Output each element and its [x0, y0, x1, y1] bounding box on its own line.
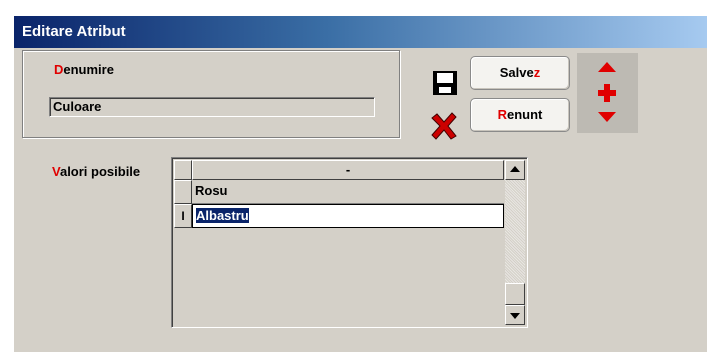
window-title: Editare Atribut [14, 16, 707, 48]
grid-cell-selected-text[interactable]: Albastru [196, 208, 249, 223]
arrow-up-icon[interactable] [597, 61, 617, 73]
scroll-up-button[interactable] [505, 160, 525, 180]
arrow-down-icon[interactable] [597, 111, 617, 123]
save-button-label: Salve [499, 65, 534, 80]
scroll-up-icon [510, 166, 520, 172]
valori-label: Valori posibile [52, 164, 140, 179]
floppy-disk-icon [433, 71, 457, 95]
denumire-label-text: enumire [63, 62, 114, 77]
save-button-hotkey: z [533, 65, 541, 80]
scroll-down-button[interactable] [505, 305, 525, 325]
scroll-down-icon [510, 313, 520, 319]
grid-cell[interactable]: Rosu [192, 180, 504, 204]
grid-column-header[interactable]: - [192, 160, 504, 180]
grid-row-header[interactable] [174, 180, 192, 204]
grid-scrollbar[interactable] [505, 160, 525, 325]
denumire-label-hotkey: D [54, 62, 64, 77]
cancel-button[interactable]: Renunt [470, 98, 570, 132]
grid-corner [174, 160, 192, 180]
denumire-input[interactable]: Culoare [49, 97, 375, 117]
save-button[interactable]: Salvez [470, 56, 570, 90]
plus-icon[interactable] [597, 83, 617, 103]
grid-cell-editing[interactable]: Albastru [192, 204, 504, 228]
red-x-icon [431, 112, 457, 140]
valori-grid[interactable]: - Rosu I Albastru [171, 157, 528, 328]
scroll-thumb[interactable] [505, 283, 525, 305]
grid-row-header-editing[interactable]: I [174, 204, 192, 228]
row-nav-panel [577, 53, 638, 133]
denumire-label: Denumire [54, 62, 114, 77]
cancel-button-hotkey: R [497, 107, 507, 122]
valori-label-text: alori posibile [59, 164, 141, 179]
valori-label-hotkey: V [52, 164, 60, 179]
cancel-button-label: enunt [507, 107, 543, 122]
